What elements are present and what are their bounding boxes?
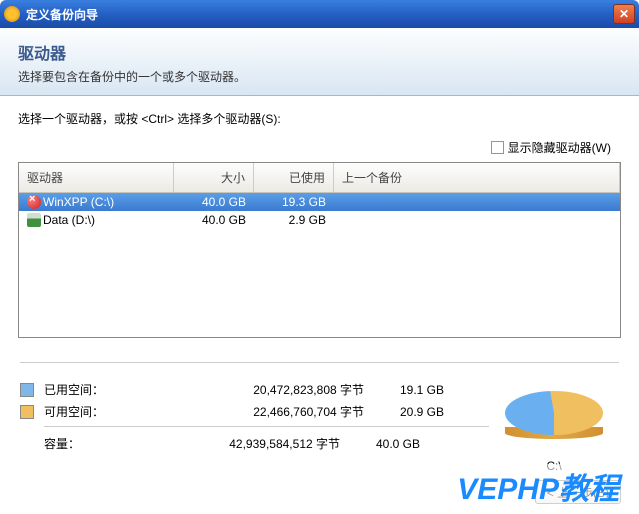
show-hidden-checkbox[interactable] bbox=[491, 141, 504, 154]
stat-divider bbox=[44, 426, 489, 427]
free-space-row: 可用空间： 22,466,760,704 字节 20.9 GB bbox=[20, 403, 489, 420]
drive-icon bbox=[27, 213, 41, 227]
page-subtitle: 选择要包含在备份中的一个或多个驱动器。 bbox=[18, 68, 621, 85]
total-label: 容量： bbox=[44, 435, 140, 452]
title-bar: 定义备份向导 ✕ bbox=[0, 0, 639, 28]
page-title: 驱动器 bbox=[18, 40, 621, 64]
table-header: 驱动器 大小 已使用 上一个备份 bbox=[19, 163, 620, 193]
free-bytes: 22,466,760,704 字节 bbox=[164, 403, 364, 420]
used-label: 已用空间： bbox=[44, 381, 164, 398]
app-icon bbox=[4, 6, 20, 22]
stats-chart: C:\ bbox=[489, 381, 619, 473]
total-gb: 40.0 GB bbox=[340, 437, 420, 451]
drive-name: Data (D:\) bbox=[43, 213, 95, 227]
instruction-text: 选择一个驱动器，或按 <Ctrl> 选择多个驱动器(S): bbox=[18, 110, 621, 127]
used-gb: 19.1 GB bbox=[364, 383, 444, 397]
table-body[interactable]: WinXPP (C:\) 40.0 GB 19.3 GB Data (D:\) … bbox=[19, 193, 620, 337]
total-bytes: 42,939,584,512 字节 bbox=[140, 435, 340, 452]
window-title: 定义备份向导 bbox=[26, 6, 613, 23]
drive-last bbox=[334, 219, 620, 221]
close-button[interactable]: ✕ bbox=[613, 4, 635, 24]
free-label: 可用空间： bbox=[44, 403, 164, 420]
drive-icon bbox=[27, 195, 41, 209]
free-gb: 20.9 GB bbox=[364, 405, 444, 419]
wizard-header: 驱动器 选择要包含在备份中的一个或多个驱动器。 bbox=[0, 28, 639, 96]
drive-last bbox=[334, 201, 620, 203]
table-row[interactable]: WinXPP (C:\) 40.0 GB 19.3 GB bbox=[19, 193, 620, 211]
drive-used: 19.3 GB bbox=[254, 194, 334, 210]
watermark: VEPHP教程 bbox=[455, 464, 621, 508]
disk-usage-pie-icon bbox=[505, 391, 603, 443]
drive-table: 驱动器 大小 已使用 上一个备份 WinXPP (C:\) 40.0 GB 19… bbox=[18, 162, 621, 338]
drive-name: WinXPP (C:\) bbox=[43, 195, 114, 209]
col-header-used[interactable]: 已使用 bbox=[254, 163, 334, 192]
used-space-row: 已用空间： 20,472,823,808 字节 19.1 GB bbox=[20, 381, 489, 398]
show-hidden-label: 显示隐藏驱动器(W) bbox=[508, 139, 611, 156]
drive-size: 40.0 GB bbox=[174, 194, 254, 210]
stats-panel: 已用空间： 20,472,823,808 字节 19.1 GB 可用空间： 22… bbox=[20, 362, 619, 473]
used-swatch-icon bbox=[20, 383, 34, 397]
show-hidden-row: 显示隐藏驱动器(W) bbox=[18, 139, 621, 156]
capacity-row: 容量： 42,939,584,512 字节 40.0 GB bbox=[20, 435, 489, 452]
col-header-last[interactable]: 上一个备份 bbox=[334, 163, 620, 192]
col-header-drive[interactable]: 驱动器 bbox=[19, 163, 174, 192]
stats-text: 已用空间： 20,472,823,808 字节 19.1 GB 可用空间： 22… bbox=[20, 381, 489, 473]
content-area: 选择一个驱动器，或按 <Ctrl> 选择多个驱动器(S): 显示隐藏驱动器(W)… bbox=[0, 96, 639, 477]
free-swatch-icon bbox=[20, 405, 34, 419]
col-header-size[interactable]: 大小 bbox=[174, 163, 254, 192]
used-bytes: 20,472,823,808 字节 bbox=[164, 381, 364, 398]
drive-size: 40.0 GB bbox=[174, 212, 254, 228]
table-row[interactable]: Data (D:\) 40.0 GB 2.9 GB bbox=[19, 211, 620, 229]
drive-used: 2.9 GB bbox=[254, 212, 334, 228]
